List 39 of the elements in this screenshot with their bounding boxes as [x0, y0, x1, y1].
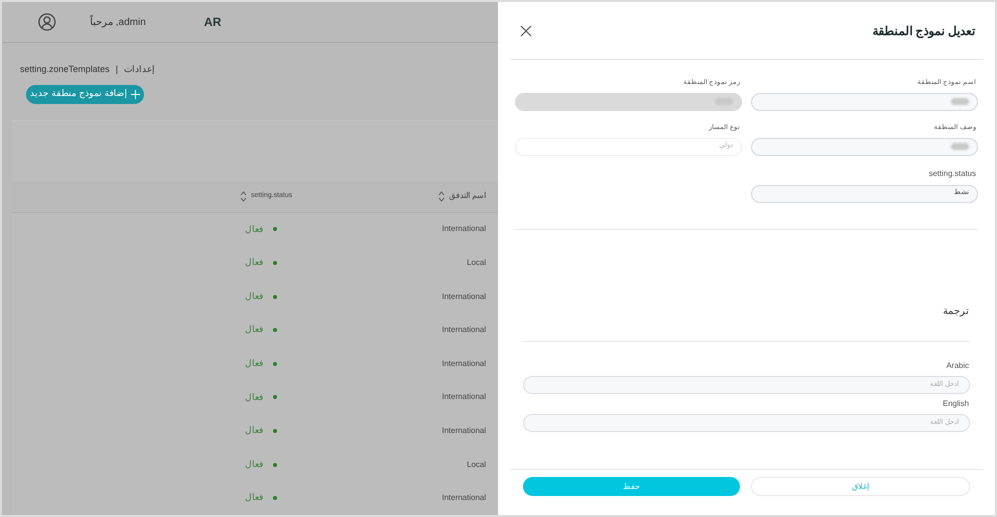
input-field[interactable] — [751, 92, 978, 111]
breadcrumb-separator: | — [116, 63, 118, 76]
sort-icon[interactable] — [240, 190, 247, 202]
blurred-value — [951, 143, 969, 150]
status-text: فعال — [245, 256, 263, 270]
status-text: فعال — [245, 290, 263, 303]
table-cell: International — [442, 391, 486, 404]
drawer-title: تعديل نموذج المنطقة — [872, 22, 975, 40]
blurred-value — [951, 98, 969, 106]
table-cell: International — [442, 223, 486, 236]
field-label: setting.status — [928, 168, 977, 180]
status-text: فعال — [245, 222, 263, 236]
breadcrumb-item[interactable]: setting.zoneTemplates — [20, 63, 110, 77]
status-text: فعال — [245, 458, 263, 471]
status-text: فعال — [245, 424, 263, 438]
status-text: فعال — [245, 390, 263, 404]
table-cell: International — [442, 425, 486, 438]
table-cell: International — [442, 358, 486, 370]
add-button[interactable]: إضافة نموذج منطقة جديد — [26, 84, 144, 104]
status-text: فعال — [245, 323, 263, 336]
section-title: ترجمة — [523, 304, 970, 342]
input-field[interactable] — [751, 138, 978, 156]
breadcrumb-item[interactable]: إعدادات — [124, 63, 155, 77]
field-label: Arabic — [945, 360, 970, 372]
user-icon[interactable] — [38, 13, 56, 32]
sort-icon[interactable] — [438, 190, 445, 202]
table-cell: Local — [466, 458, 486, 471]
language-toggle[interactable]: AR — [204, 13, 222, 32]
table-cell: Local — [466, 257, 486, 270]
status-text: فعال — [245, 491, 263, 504]
status-text: فعال — [245, 357, 263, 370]
greeting-text: مرحباً ,admin — [90, 14, 147, 30]
table-cell: International — [442, 290, 486, 303]
plus-icon — [131, 90, 140, 99]
close-icon[interactable] — [520, 24, 532, 36]
table-cell: International — [442, 492, 486, 504]
column-header[interactable]: اسم التدفق — [448, 190, 486, 202]
field-label: English — [942, 398, 970, 410]
table-cell: International — [442, 324, 486, 336]
